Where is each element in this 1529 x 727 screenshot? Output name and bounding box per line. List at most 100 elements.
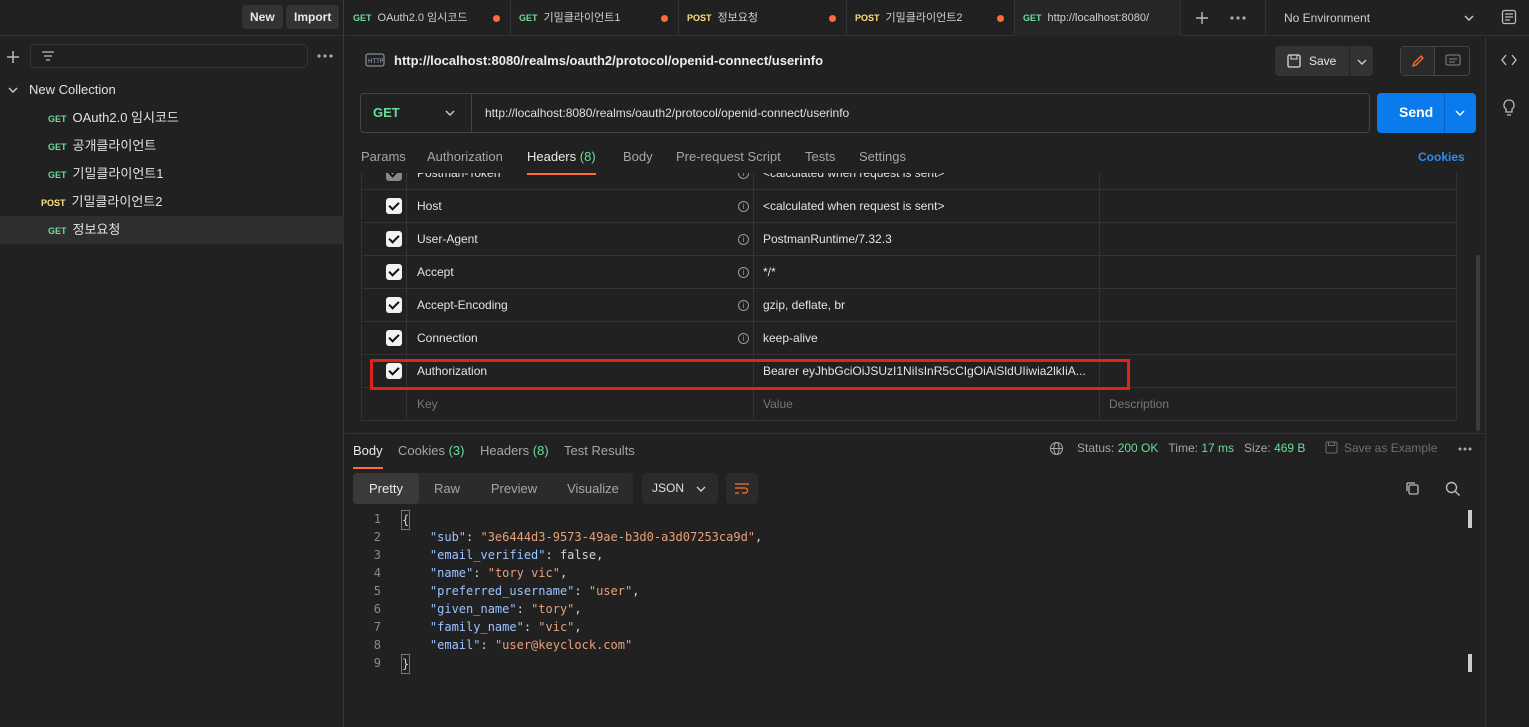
comment-icon[interactable] xyxy=(1445,54,1461,68)
header-checkbox[interactable] xyxy=(386,330,402,346)
environment-quick-look-icon[interactable] xyxy=(1501,9,1517,25)
header-key[interactable]: Host xyxy=(417,190,442,223)
chevron-down-icon[interactable] xyxy=(8,86,18,94)
filter-input[interactable] xyxy=(30,44,308,68)
headers-scrollbar[interactable] xyxy=(1476,255,1480,431)
header-key[interactable]: Accept-Encoding xyxy=(417,289,508,322)
format-pretty[interactable]: Pretty xyxy=(353,473,419,504)
header-value[interactable]: <calculated when request is sent> xyxy=(763,190,944,223)
size-value[interactable]: 469 B xyxy=(1274,441,1305,455)
new-tab-plus-icon[interactable] xyxy=(1195,11,1209,25)
header-key[interactable]: User-Agent xyxy=(417,223,478,256)
header-key[interactable]: Connection xyxy=(417,322,478,355)
info-icon[interactable]: i xyxy=(738,300,749,311)
header-key[interactable]: Postman-Token xyxy=(417,173,500,190)
info-icon[interactable]: i xyxy=(738,201,749,212)
chevron-down-icon[interactable] xyxy=(1357,58,1367,66)
tab-response-body[interactable]: Body xyxy=(353,441,383,469)
header-value[interactable]: */* xyxy=(763,256,776,289)
request-item[interactable]: GET 정보요청 xyxy=(0,216,344,244)
tab-test-results[interactable]: Test Results xyxy=(564,441,635,469)
header-value[interactable]: keep-alive xyxy=(763,322,818,355)
status-value[interactable]: 200 OK xyxy=(1118,441,1159,455)
tab-authorization[interactable]: Authorization xyxy=(427,147,503,175)
key-input[interactable]: Key xyxy=(417,388,438,421)
tab-pre-request-script[interactable]: Pre-request Script xyxy=(676,147,781,175)
col-sep xyxy=(753,190,754,223)
copy-icon[interactable] xyxy=(1405,481,1420,496)
code-text: "preferred_username": "user", xyxy=(429,584,640,598)
cookies-link[interactable]: Cookies xyxy=(1418,150,1465,164)
tab-body[interactable]: Body xyxy=(623,147,653,175)
language-select[interactable]: JSON xyxy=(642,473,718,504)
header-row: Accept i */* xyxy=(362,256,1456,289)
lightbulb-icon[interactable] xyxy=(1502,99,1516,117)
save-button[interactable]: Save xyxy=(1275,46,1373,76)
tab-request[interactable]: GET 기밀클라이언트1 xyxy=(511,0,679,36)
header-checkbox[interactable] xyxy=(386,173,402,181)
send-button[interactable]: Send xyxy=(1377,93,1476,133)
new-button[interactable]: New xyxy=(242,5,283,29)
more-icon[interactable] xyxy=(1458,447,1472,451)
header-checkbox[interactable] xyxy=(386,297,402,313)
info-icon[interactable]: i xyxy=(738,234,749,245)
code-snippet-icon[interactable] xyxy=(1501,53,1517,67)
time-value[interactable]: 17 ms xyxy=(1201,441,1234,455)
save-as-example-button[interactable]: Save as Example xyxy=(1325,441,1437,455)
chevron-down-icon xyxy=(696,486,706,492)
request-item-label: POST 기밀클라이언트2 xyxy=(41,188,162,217)
plus-icon[interactable] xyxy=(6,50,20,64)
header-value[interactable]: <calculated when request is sent> xyxy=(763,173,944,190)
header-checkbox[interactable] xyxy=(386,198,402,214)
request-title[interactable]: http://localhost:8080/realms/oauth2/prot… xyxy=(394,53,823,68)
header-row: Accept-Encoding i gzip, deflate, br xyxy=(362,289,1456,322)
format-preview[interactable]: Preview xyxy=(475,473,553,504)
tab-response-cookies[interactable]: Cookies (3) xyxy=(398,441,464,469)
request-item[interactable]: GET 공개클라이언트 xyxy=(0,132,344,160)
header-checkbox[interactable] xyxy=(386,231,402,247)
format-visualize[interactable]: Visualize xyxy=(553,473,633,504)
header-checkbox[interactable] xyxy=(386,264,402,280)
globe-icon[interactable] xyxy=(1049,441,1064,456)
response-body-code[interactable]: 1{ 2 "sub": "3e6444d3-9573-49ae-b3d0-a3d… xyxy=(353,510,1473,674)
tab-headers[interactable]: Headers (8) xyxy=(527,147,596,175)
chevron-down-icon[interactable] xyxy=(1455,109,1465,117)
more-tabs-icon[interactable] xyxy=(1230,16,1246,20)
description-input[interactable]: Description xyxy=(1109,388,1169,421)
import-button[interactable]: Import xyxy=(286,5,340,29)
tab-settings[interactable]: Settings xyxy=(859,147,906,175)
more-icon[interactable] xyxy=(317,54,333,58)
header-value[interactable]: PostmanRuntime/7.32.3 xyxy=(763,223,892,256)
info-icon[interactable]: i xyxy=(738,333,749,344)
request-item[interactable]: POST 기밀클라이언트2 xyxy=(0,188,344,216)
search-icon[interactable] xyxy=(1445,481,1461,497)
header-value[interactable]: gzip, deflate, br xyxy=(763,289,845,322)
unsaved-dot xyxy=(661,15,668,22)
code-scrollbar-bottom[interactable] xyxy=(1468,654,1472,672)
tab-response-headers[interactable]: Headers (8) xyxy=(480,441,549,469)
tab-request[interactable]: POST 기밀클라이언트2 xyxy=(847,0,1015,36)
header-key[interactable]: Accept xyxy=(417,256,454,289)
url-input[interactable]: http://localhost:8080/realms/oauth2/prot… xyxy=(485,94,849,132)
tab-request[interactable]: POST 정보요청 xyxy=(679,0,847,36)
environment-selector[interactable]: No Environment xyxy=(1265,0,1485,36)
collection-new-collection[interactable]: New Collection xyxy=(0,76,344,104)
tab-request[interactable]: GET OAuth2.0 임시코드 xyxy=(345,0,511,36)
request-item[interactable]: GET OAuth2.0 임시코드 xyxy=(0,104,344,132)
edit-mode[interactable] xyxy=(1401,47,1435,75)
code-scrollbar-top[interactable] xyxy=(1468,510,1472,528)
col-sep xyxy=(1099,173,1100,190)
request-item[interactable]: GET 기밀클라이언트1 xyxy=(0,160,344,188)
chevron-down-icon xyxy=(445,110,455,116)
format-raw[interactable]: Raw xyxy=(419,473,475,504)
tab-tests[interactable]: Tests xyxy=(805,147,835,175)
tab-request-active[interactable]: GET http://localhost:8080/ xyxy=(1015,0,1181,36)
value-input[interactable]: Value xyxy=(763,388,793,421)
tab-params[interactable]: Params xyxy=(361,147,406,175)
response-status: Status: 200 OK Time: 17 ms Size: 469 B xyxy=(1077,441,1305,455)
info-icon[interactable]: i xyxy=(738,173,749,179)
wrap-lines-button[interactable] xyxy=(726,473,758,504)
info-icon[interactable]: i xyxy=(738,267,749,278)
method-select[interactable]: GET xyxy=(361,94,472,132)
request-name: OAuth2.0 임시코드 xyxy=(72,110,179,125)
